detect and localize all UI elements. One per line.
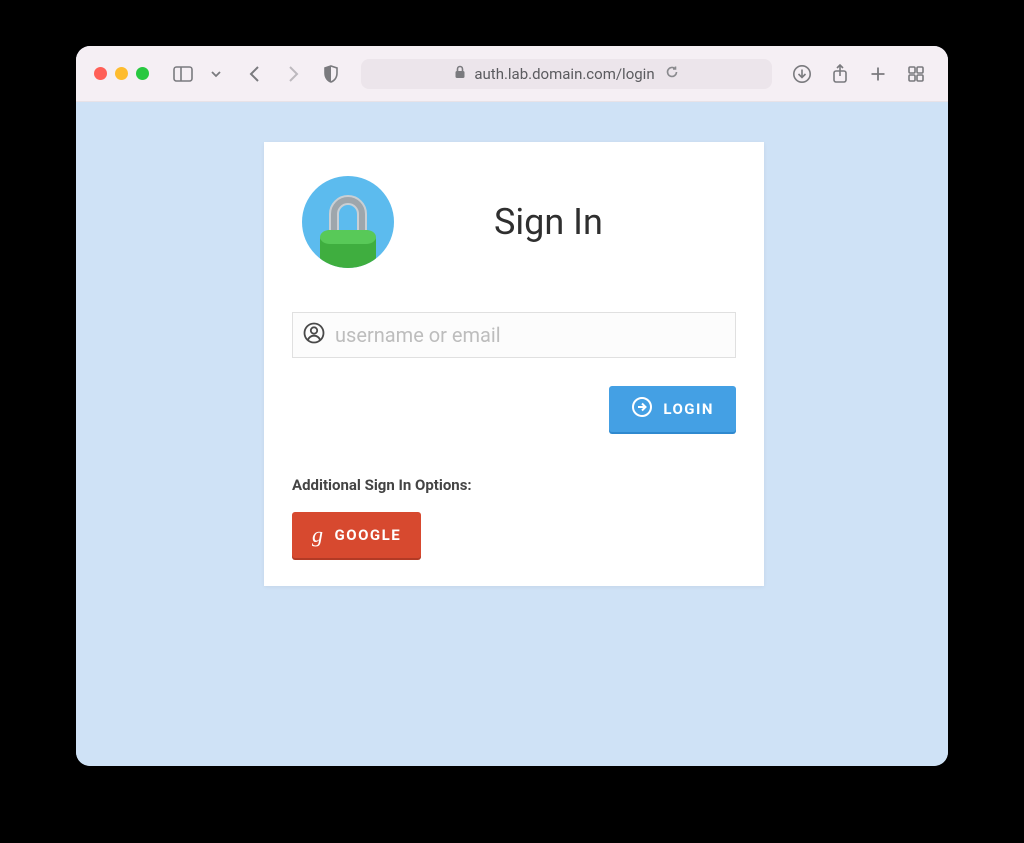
signin-title: Sign In — [494, 201, 603, 243]
username-field-wrap — [292, 312, 736, 358]
page-viewport: Sign In — [76, 102, 948, 766]
reload-icon[interactable] — [665, 64, 679, 83]
lock-icon — [454, 64, 466, 83]
forward-button[interactable] — [279, 60, 307, 88]
login-card: Sign In — [264, 142, 764, 586]
additional-signin-label: Additional Sign In Options: — [292, 476, 736, 494]
close-window-button[interactable] — [94, 67, 107, 80]
sidebar-toggle-button[interactable] — [169, 60, 197, 88]
privacy-shield-icon[interactable] — [317, 60, 345, 88]
downloads-button[interactable] — [788, 60, 816, 88]
google-signin-button[interactable]: g GOOGLE — [292, 512, 421, 558]
browser-titlebar: auth.lab.domain.com/login — [76, 46, 948, 102]
username-input[interactable] — [335, 323, 725, 347]
login-header: Sign In — [292, 176, 736, 268]
google-button-label: GOOGLE — [335, 526, 402, 544]
window-controls — [94, 67, 149, 80]
login-button-label: LOGIN — [663, 400, 714, 418]
share-button[interactable] — [826, 60, 854, 88]
new-tab-button[interactable] — [864, 60, 892, 88]
url-text: auth.lab.domain.com/login — [474, 65, 654, 83]
tab-overview-button[interactable] — [902, 60, 930, 88]
address-bar[interactable]: auth.lab.domain.com/login — [361, 59, 772, 89]
back-button[interactable] — [241, 60, 269, 88]
login-actions: LOGIN — [292, 386, 736, 432]
user-icon — [303, 322, 325, 348]
browser-window: auth.lab.domain.com/login — [76, 46, 948, 766]
tab-group-dropdown[interactable] — [207, 60, 225, 88]
padlock-logo — [302, 176, 394, 268]
maximize-window-button[interactable] — [136, 67, 149, 80]
minimize-window-button[interactable] — [115, 67, 128, 80]
login-button[interactable]: LOGIN — [609, 386, 736, 432]
google-icon: g — [312, 522, 325, 548]
login-arrow-icon — [631, 396, 653, 422]
